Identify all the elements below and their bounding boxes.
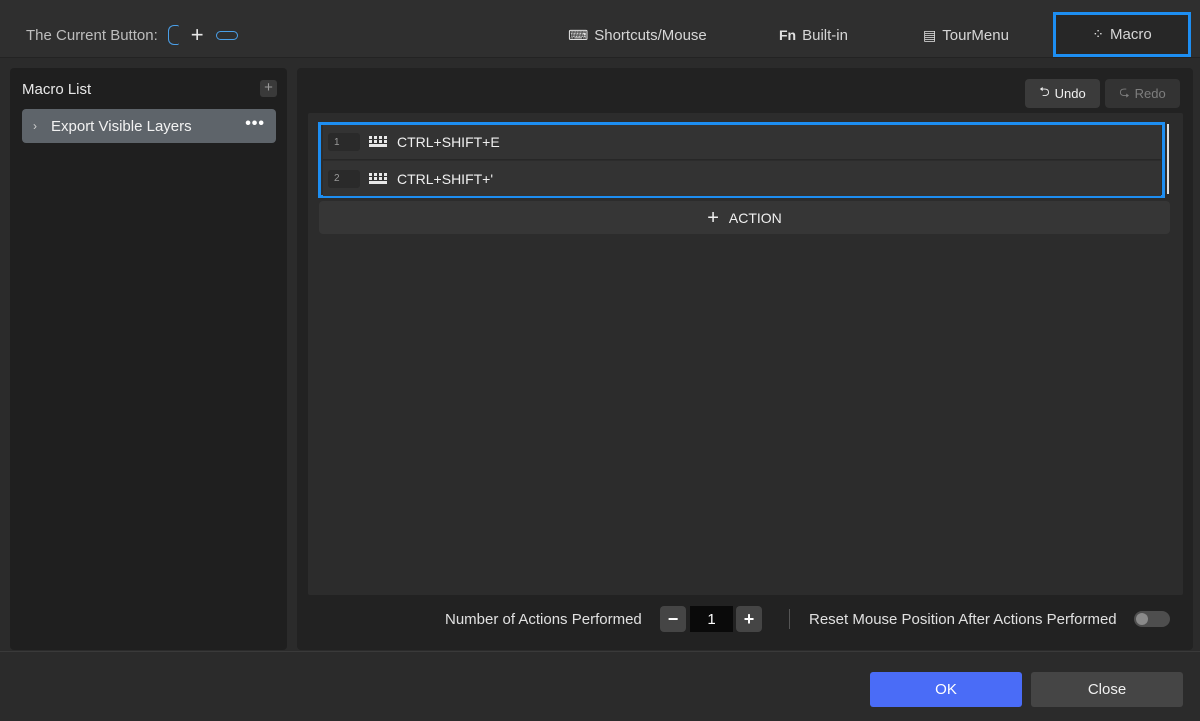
macro-list-panel: Macro List + › Export Visible Layers ••• <box>10 68 287 650</box>
action-row[interactable]: 1 CTRL+SHIFT+E <box>323 125 1161 160</box>
close-button[interactable]: Close <box>1031 672 1183 707</box>
tab-macro[interactable]: ⁘ Macro <box>1053 12 1191 57</box>
redo-label: Redo <box>1134 86 1166 101</box>
increment-button[interactable]: + <box>736 606 762 632</box>
mouse-side-button-icon <box>167 25 179 45</box>
tourmenu-icon: ▤ <box>923 26 937 43</box>
fn-icon: Fn <box>779 27 797 43</box>
action-row[interactable]: 2 CTRL+SHIFT+' <box>323 161 1161 196</box>
redo-button[interactable]: ⮎ Redo <box>1105 79 1180 108</box>
macro-item-label: Export Visible Layers <box>51 117 192 135</box>
plus-icon: + <box>190 22 204 47</box>
current-button-label: The Current Button: <box>26 26 158 44</box>
action-list: 1 CTRL+SHIFT+E 2 CTRL+SHIFT+' <box>318 122 1165 198</box>
footer: OK Close <box>0 651 1200 721</box>
ok-button[interactable]: OK <box>870 672 1022 707</box>
macro-editor-panel: ⮌ Undo ⮎ Redo 1 CTRL+SHIFT+E 2 CTRL+SHIF… <box>297 68 1193 650</box>
mouse-button-icon <box>215 30 238 40</box>
scrollbar[interactable] <box>1167 124 1169 194</box>
chevron-right-icon[interactable]: › <box>33 119 51 133</box>
macro-list-item[interactable]: › Export Visible Layers ••• <box>22 109 276 143</box>
macro-list-title: Macro List <box>22 81 92 98</box>
reset-mouse-toggle[interactable] <box>1134 611 1170 627</box>
more-options-icon[interactable]: ••• <box>245 115 265 133</box>
action-index: 2 <box>328 169 360 188</box>
action-index: 1 <box>328 133 360 151</box>
keyboard-icon <box>369 172 387 185</box>
toggle-knob <box>1136 613 1148 625</box>
header: The Current Button: + ⌨ Shortcuts/Mouse … <box>0 0 1200 58</box>
action-editor: 1 CTRL+SHIFT+E 2 CTRL+SHIFT+' + ACTION <box>308 113 1183 595</box>
actions-performed-label: Number of Actions Performed <box>445 611 642 628</box>
undo-label: Undo <box>1054 86 1086 101</box>
current-button-display: The Current Button: + <box>26 22 238 48</box>
undo-button[interactable]: ⮌ Undo <box>1025 79 1100 108</box>
tab-label: Macro <box>1110 26 1152 43</box>
decrement-button[interactable]: − <box>660 606 686 632</box>
macro-icon: ⁘ <box>1092 26 1105 42</box>
keyboard-mouse-icon: ⌨ <box>568 26 589 43</box>
actions-performed-input[interactable]: 1 <box>690 606 733 632</box>
reset-mouse-label: Reset Mouse Position After Actions Perfo… <box>809 611 1117 628</box>
undo-icon: ⮌ <box>1039 83 1050 99</box>
action-text: CTRL+SHIFT+E <box>397 134 500 150</box>
keyboard-icon <box>369 136 387 148</box>
plus-icon: + <box>707 206 719 229</box>
redo-icon: ⮎ <box>1119 83 1130 99</box>
tab-label: Shortcuts/Mouse <box>594 26 707 44</box>
tab-shortcuts-mouse[interactable]: ⌨ Shortcuts/Mouse <box>568 13 707 57</box>
tab-tourmenu[interactable]: ▤ TourMenu <box>923 13 1009 57</box>
add-macro-button[interactable]: + <box>260 80 277 97</box>
tab-built-in[interactable]: Fn Built-in <box>779 13 848 57</box>
add-action-button[interactable]: + ACTION <box>319 201 1170 234</box>
tab-label: TourMenu <box>942 26 1009 44</box>
action-text: CTRL+SHIFT+' <box>397 170 494 187</box>
tab-label: Built-in <box>802 26 848 44</box>
divider <box>789 609 790 629</box>
add-action-label: ACTION <box>728 209 782 226</box>
